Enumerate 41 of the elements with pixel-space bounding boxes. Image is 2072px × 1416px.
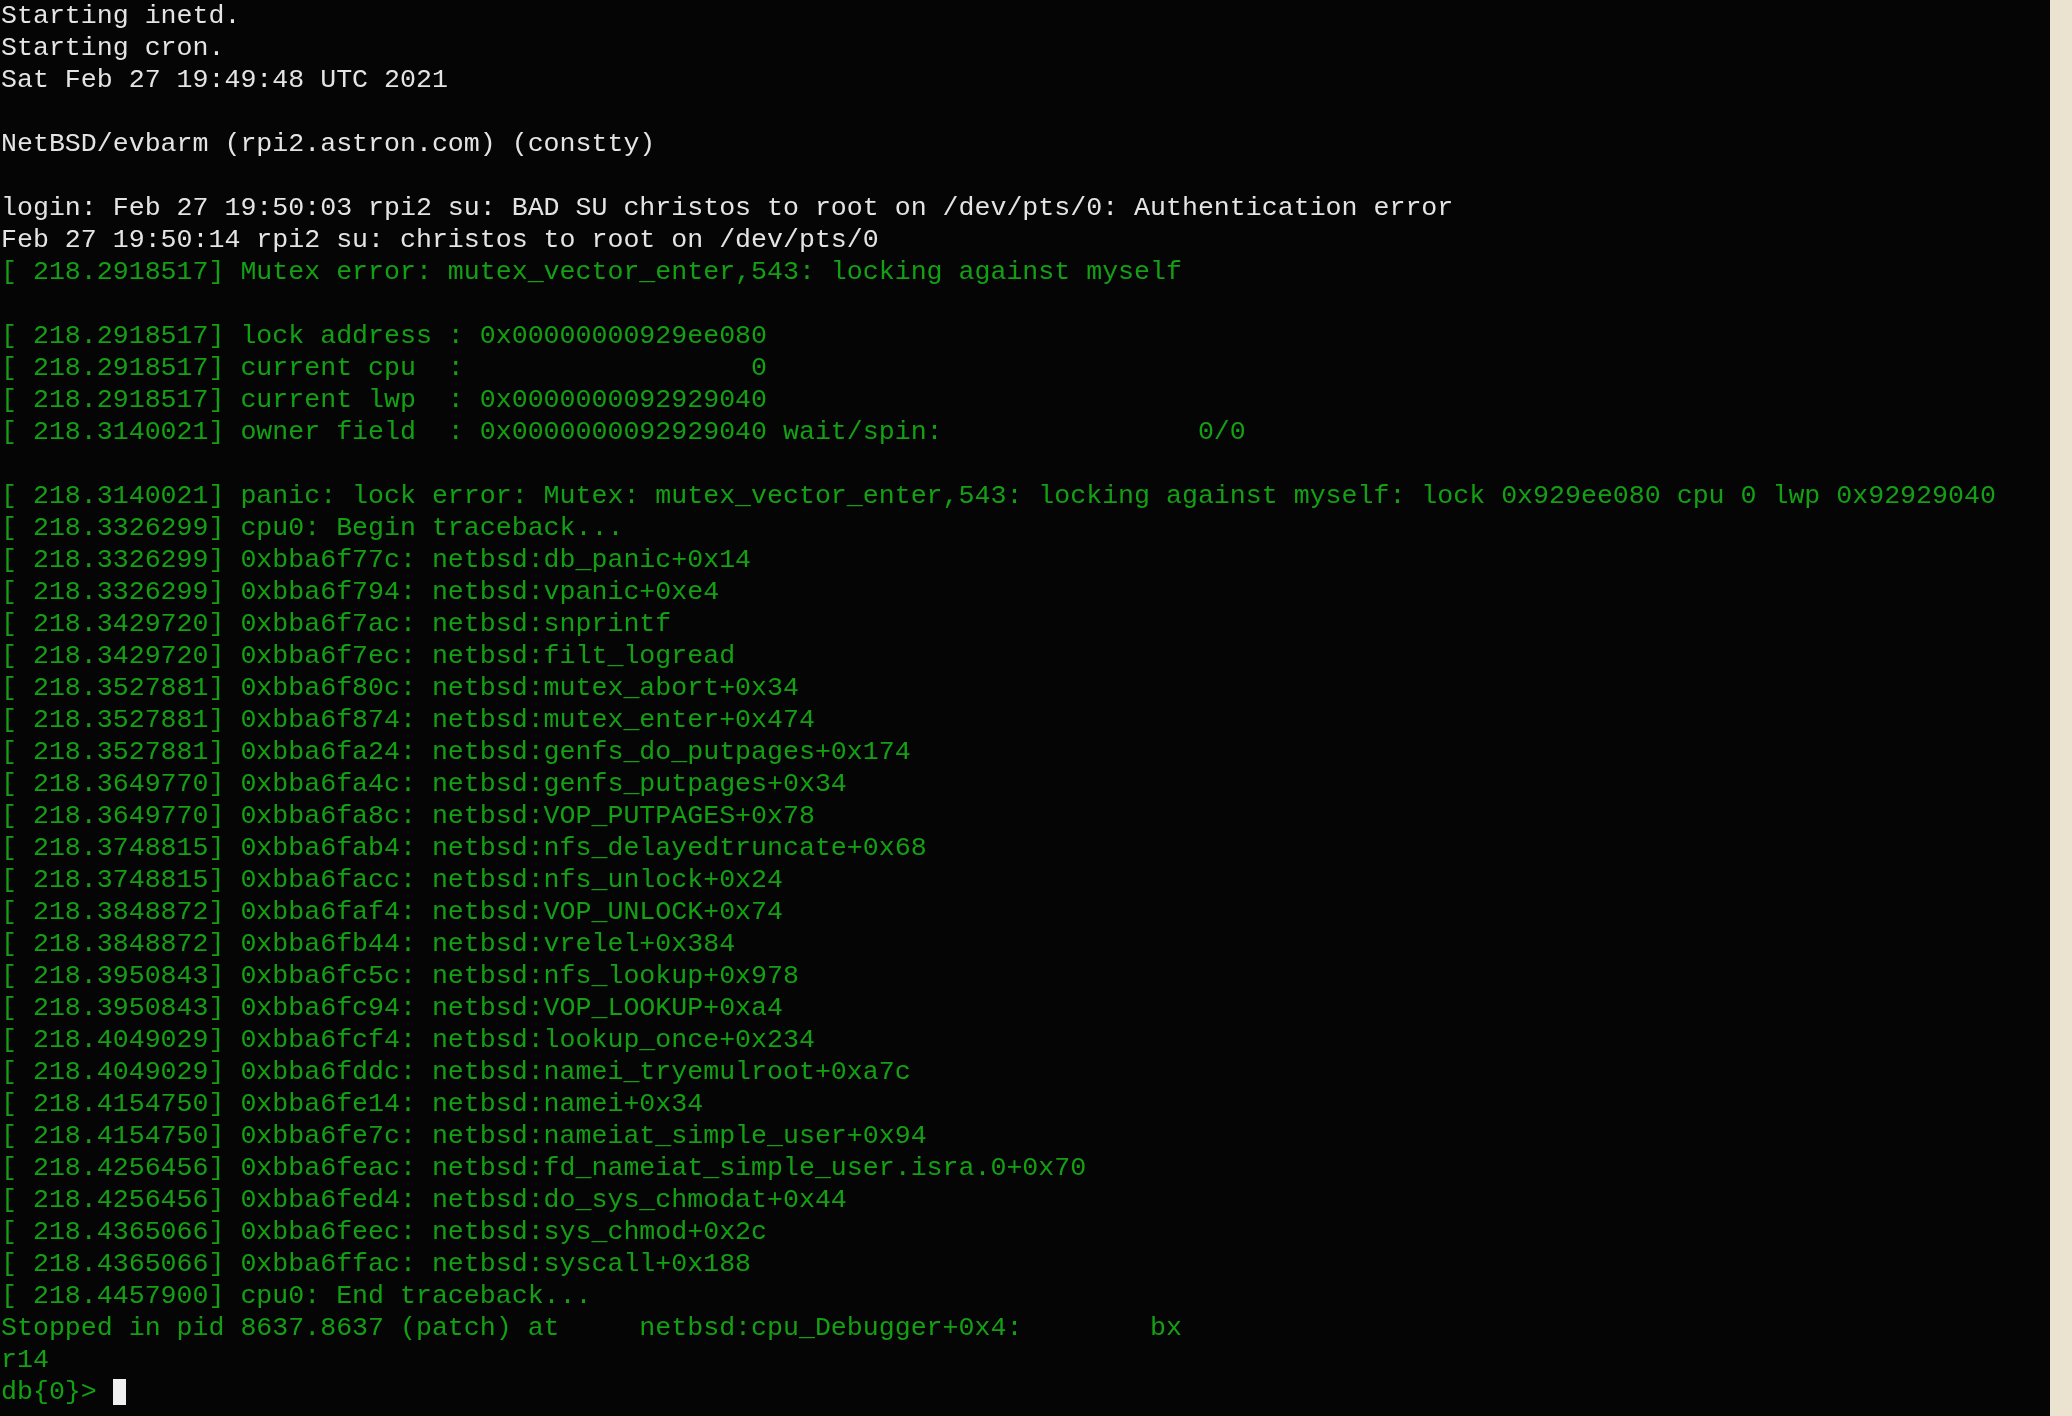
console-line: [ 218.4365066] 0xbba6feec: netbsd:sys_chmod+0x2c [1, 1216, 768, 1248]
console-line: [ 218.2918517] current lwp : 0x0000000092929040 [1, 384, 768, 416]
console-line: NetBSD/evbarm (rpi2.astron.com) (constty) [1, 128, 656, 160]
console-line: [ 218.3429720] 0xbba6f7ec: netbsd:filt_logread [1, 640, 736, 672]
console-line: [ 218.3848872] 0xbba6faf4: netbsd:VOP_UNLOCK+0x74 [1, 896, 783, 928]
console-line: [ 218.3649770] 0xbba6fa8c: netbsd:VOP_PUTPAGES+0x78 [1, 800, 815, 832]
console-line: r14 [1, 1344, 49, 1376]
console-line: [ 218.3326299] 0xbba6f77c: netbsd:db_panic+0x14 [1, 544, 752, 576]
console-line: [ 218.3950843] 0xbba6fc94: netbsd:VOP_LOOKUP+0xa4 [1, 992, 783, 1024]
console-line: [ 218.4049029] 0xbba6fddc: netbsd:namei_tryemulroot+0xa7c [1, 1056, 911, 1088]
console-line: [ 218.3140021] panic: lock error: Mutex: mutex_vector_enter,543: locking against myself: lock 0x929ee080 cpu 0 lwp 0x92929040 [1, 480, 1996, 512]
console-line: [ 218.4049029] 0xbba6fcf4: netbsd:lookup_once+0x234 [1, 1024, 815, 1056]
console-line: [ 218.3140021] owner field : 0x0000000092929040 wait/spin: 0/0 [1, 416, 1246, 448]
console-line: Starting cron. [1, 32, 225, 64]
console-line: [ 218.3527881] 0xbba6fa24: netbsd:genfs_do_putpages+0x174 [1, 736, 911, 768]
console-line: [ 218.3429720] 0xbba6f7ac: netbsd:snprintf [1, 608, 672, 640]
console-line: Sat Feb 27 19:49:48 UTC 2021 [1, 64, 448, 96]
console-line: Starting inetd. [1, 0, 241, 32]
prompt-text: db{0}> [1, 1376, 97, 1408]
console-line: Stopped in pid 8637.8637 (patch) at netbsd:cpu_Debugger+0x4: bx [1, 1312, 1182, 1344]
console-line: [ 218.4365066] 0xbba6ffac: netbsd:syscall+0x188 [1, 1248, 752, 1280]
console-line: [ 218.3748815] 0xbba6fab4: netbsd:nfs_delayedtruncate+0x68 [1, 832, 927, 864]
console-line: login: Feb 27 19:50:03 rpi2 su: BAD SU christos to root on /dev/pts/0: Authentication error [1, 192, 1454, 224]
console-line: [ 218.3748815] 0xbba6facc: netbsd:nfs_unlock+0x24 [1, 864, 783, 896]
console-line: [ 218.4256456] 0xbba6feac: netbsd:fd_nameiat_simple_user.isra.0+0x70 [1, 1152, 1087, 1184]
text-cursor [112, 1379, 126, 1405]
console-line: [ 218.2918517] lock address : 0x00000000929ee080 [1, 320, 768, 352]
console-line: Feb 27 19:50:14 rpi2 su: christos to root on /dev/pts/0 [1, 224, 879, 256]
console-line: [ 218.2918517] Mutex error: mutex_vector_enter,543: locking against myself [1, 256, 1182, 288]
console-line: [ 218.3950843] 0xbba6fc5c: netbsd:nfs_lookup+0x978 [1, 960, 799, 992]
console-line: [ 218.3527881] 0xbba6f80c: netbsd:mutex_abort+0x34 [1, 672, 799, 704]
console-line: [ 218.3527881] 0xbba6f874: netbsd:mutex_enter+0x474 [1, 704, 815, 736]
console-line: [ 218.2918517] current cpu : 0 [1, 352, 768, 384]
console-line: [ 218.4256456] 0xbba6fed4: netbsd:do_sys_chmodat+0x44 [1, 1184, 847, 1216]
console-line: [ 218.3326299] cpu0: Begin traceback... [1, 512, 624, 544]
console-line: [ 218.3848872] 0xbba6fb44: netbsd:vrelel+0x384 [1, 928, 736, 960]
console-line: [ 218.4457900] cpu0: End traceback... [1, 1280, 592, 1312]
console-line: [ 218.3326299] 0xbba6f794: netbsd:vpanic+0xe4 [1, 576, 720, 608]
console-line: [ 218.4154750] 0xbba6fe7c: netbsd:nameiat_simple_user+0x94 [1, 1120, 927, 1152]
console-line: [ 218.4154750] 0xbba6fe14: netbsd:namei+0x34 [1, 1088, 704, 1120]
console-line: [ 218.3649770] 0xbba6fa4c: netbsd:genfs_putpages+0x34 [1, 768, 847, 800]
